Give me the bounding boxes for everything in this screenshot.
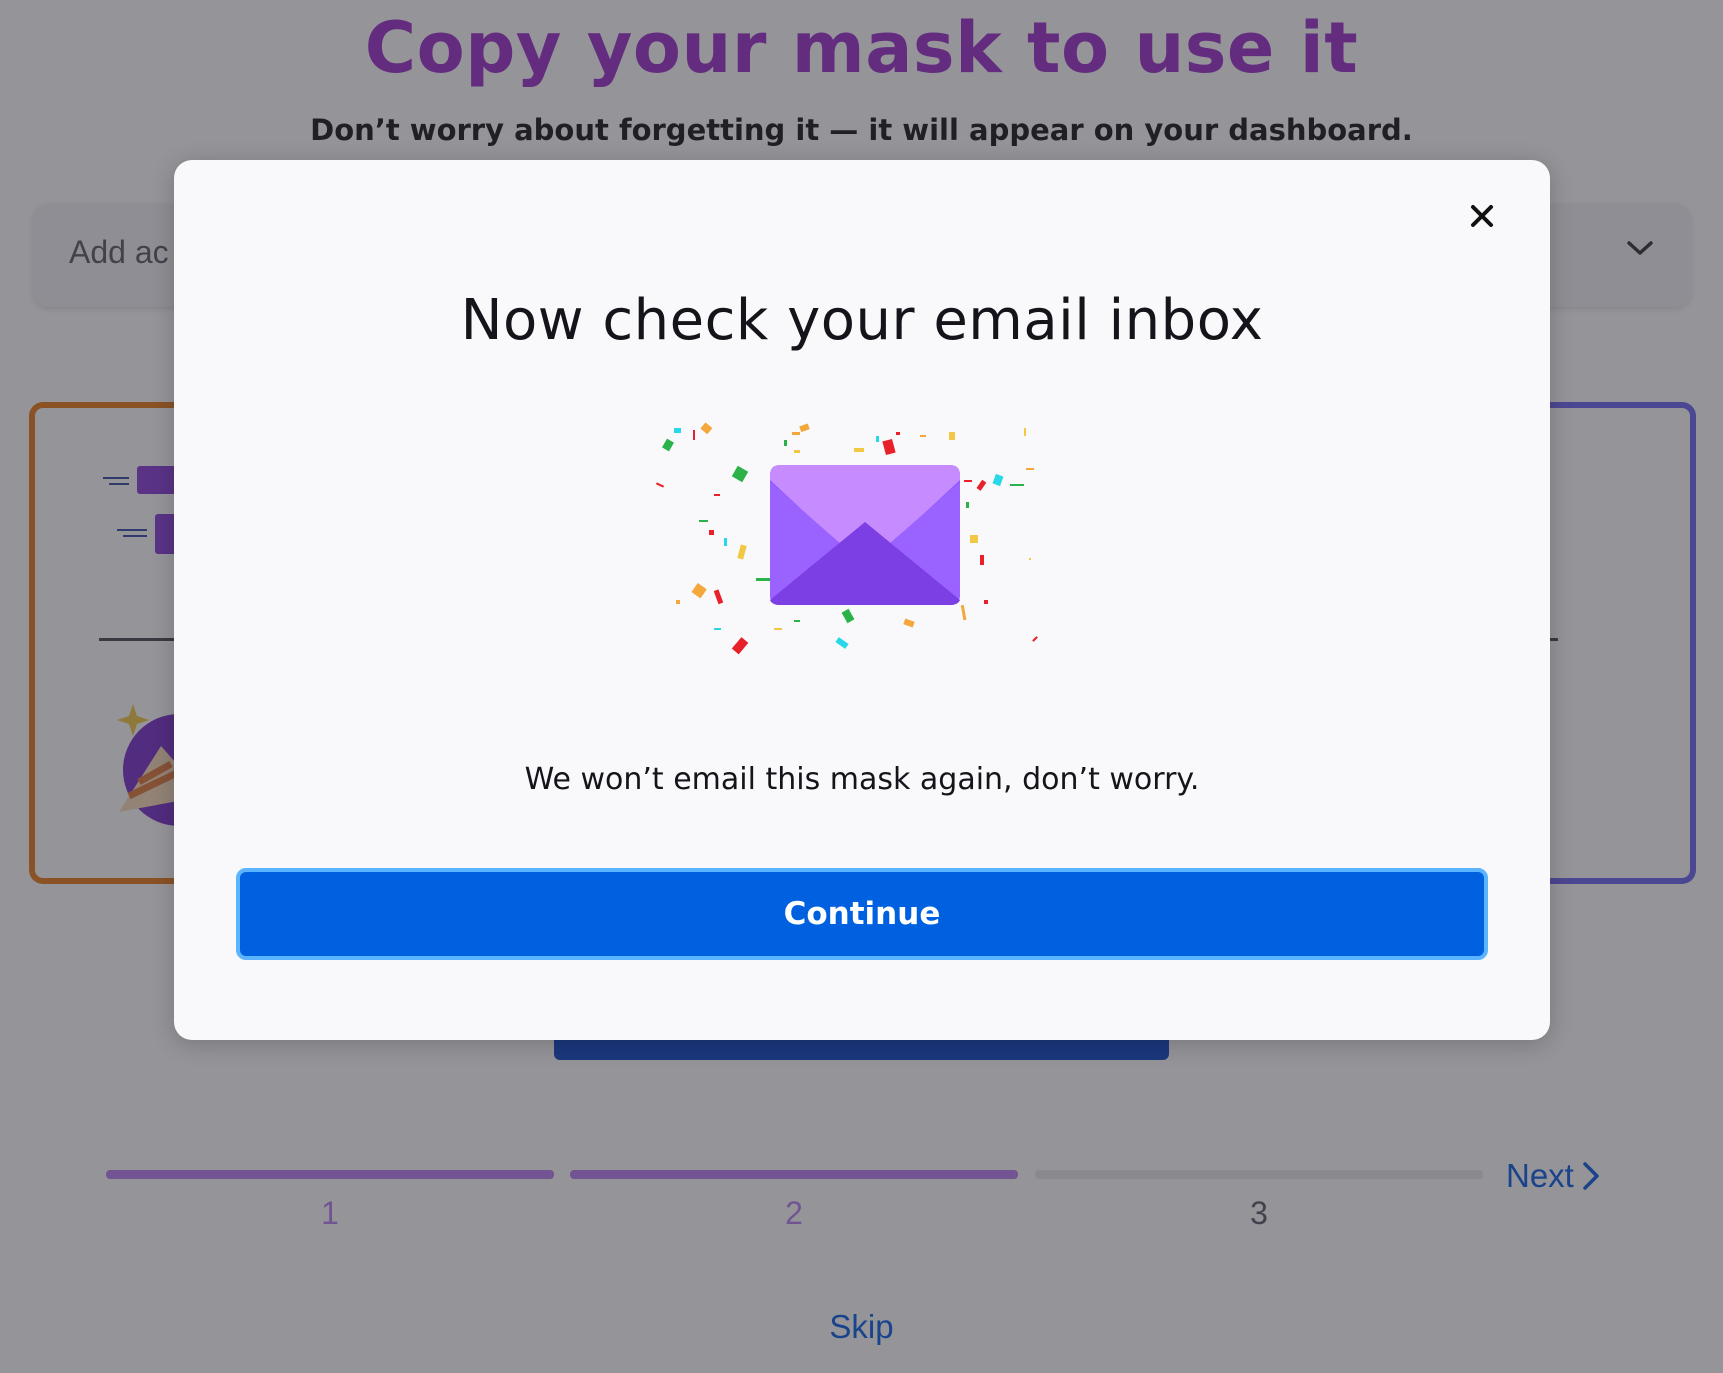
close-icon [1471,205,1493,227]
envelope-icon [770,465,960,605]
email-confirmation-modal: Now check your email inbox We won’t emai… [174,160,1550,1040]
continue-button[interactable]: Continue [236,868,1488,960]
onboarding-page: Copy your mask to use it Don’t worry abo… [0,0,1723,1373]
modal-title: Now check your email inbox [460,288,1264,353]
close-button[interactable] [1462,196,1502,236]
envelope-confetti-icon [655,422,1038,655]
modal-message: We won’t email this mask again, don’t wo… [524,762,1200,797]
